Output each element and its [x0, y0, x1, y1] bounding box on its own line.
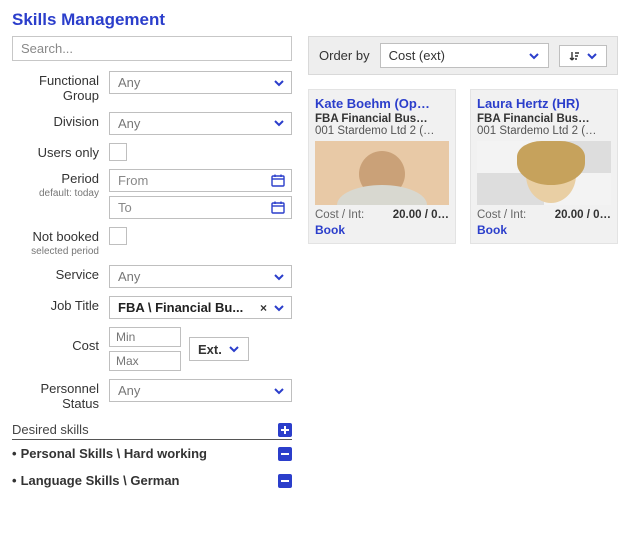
remove-skill-icon[interactable]: [278, 447, 292, 461]
order-by-value: Cost (ext): [389, 48, 445, 63]
service-value: Any: [118, 269, 140, 284]
service-select[interactable]: Any: [109, 265, 292, 288]
remove-skill-icon[interactable]: [278, 474, 292, 488]
cost-max-input[interactable]: [109, 351, 181, 371]
skill-item: •Personal Skills \ Hard working: [12, 440, 292, 467]
label-personnel-status: Personnel Status: [12, 379, 109, 412]
card-department: FBA Financial Bus…: [477, 113, 611, 125]
cost-min-input[interactable]: [109, 327, 181, 347]
add-skill-icon[interactable]: [278, 423, 292, 437]
order-by-select[interactable]: Cost (ext): [380, 43, 549, 68]
calendar-icon: [271, 173, 285, 187]
period-to-input[interactable]: To: [109, 196, 292, 219]
card-department: FBA Financial Bus…: [315, 113, 449, 125]
search-input[interactable]: [12, 36, 292, 61]
skill-text: Language Skills \ German: [21, 473, 180, 488]
label-users-only: Users only: [12, 143, 109, 161]
order-bar: Order by Cost (ext): [308, 36, 618, 75]
card-name: Laura Hertz (HR): [477, 96, 611, 111]
book-link[interactable]: Book: [477, 223, 507, 237]
functional-group-select[interactable]: Any: [109, 71, 292, 94]
card-cost-label: Cost / Int:: [315, 209, 364, 221]
functional-group-value: Any: [118, 75, 140, 90]
division-value: Any: [118, 116, 140, 131]
label-cost: Cost: [12, 327, 109, 354]
label-job-title: Job Title: [12, 296, 109, 314]
division-select[interactable]: Any: [109, 112, 292, 135]
result-card[interactable]: Laura Hertz (HR) FBA Financial Bus… 001 …: [470, 89, 618, 244]
job-title-value: FBA \ Financial Bu...: [118, 300, 243, 315]
label-functional-group: Functional Group: [12, 71, 109, 104]
avatar: [477, 141, 611, 205]
chevron-down-icon: [228, 343, 240, 355]
card-cost-value: 20.00 / 0…: [393, 209, 449, 221]
result-card[interactable]: Kate Boehm (Op… FBA Financial Bus… 001 S…: [308, 89, 456, 244]
label-period: Period default: today: [12, 169, 109, 199]
calendar-icon: [271, 200, 285, 214]
label-division: Division: [12, 112, 109, 130]
personnel-status-value: Any: [118, 383, 140, 398]
skill-text: Personal Skills \ Hard working: [21, 446, 207, 461]
desired-skills-header: Desired skills: [12, 420, 292, 440]
card-name: Kate Boehm (Op…: [315, 96, 449, 111]
job-title-select[interactable]: FBA \ Financial Bu... ×: [109, 296, 292, 319]
chevron-down-icon: [273, 385, 285, 397]
users-only-checkbox[interactable]: [109, 143, 127, 161]
cost-type-select[interactable]: Ext.: [189, 337, 249, 361]
label-not-booked: Not booked selected period: [12, 227, 109, 257]
skill-item: •Language Skills \ German: [12, 467, 292, 494]
card-company: 001 Stardemo Ltd 2 (…: [477, 125, 611, 137]
period-from-input[interactable]: From: [109, 169, 292, 192]
chevron-down-icon: [528, 50, 540, 62]
chevron-down-icon: [273, 117, 285, 129]
page-title: Skills Management: [12, 10, 612, 30]
card-company: 001 Stardemo Ltd 2 (…: [315, 125, 449, 137]
card-cost-label: Cost / Int:: [477, 209, 526, 221]
sort-direction-button[interactable]: [559, 45, 607, 67]
chevron-down-icon: [273, 302, 285, 314]
label-service: Service: [12, 265, 109, 283]
card-cost-value: 20.00 / 0…: [555, 209, 611, 221]
book-link[interactable]: Book: [315, 223, 345, 237]
label-order-by: Order by: [319, 48, 370, 63]
personnel-status-select[interactable]: Any: [109, 379, 292, 402]
not-booked-checkbox[interactable]: [109, 227, 127, 245]
clear-icon[interactable]: ×: [260, 301, 267, 315]
chevron-down-icon: [273, 271, 285, 283]
chevron-down-icon: [586, 50, 598, 62]
chevron-down-icon: [273, 77, 285, 89]
sort-icon: [568, 50, 580, 62]
avatar: [315, 141, 449, 205]
